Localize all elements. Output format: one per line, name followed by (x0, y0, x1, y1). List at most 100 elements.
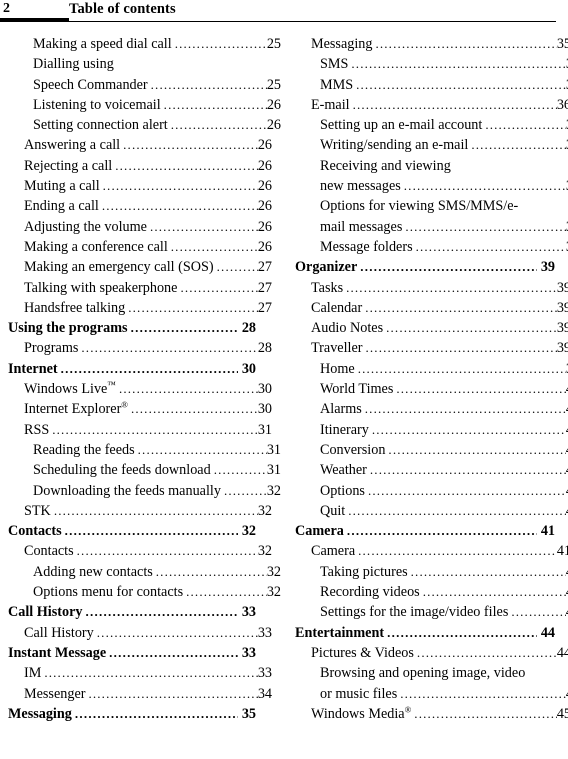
toc-entry[interactable]: Muting a call...........................… (24, 176, 272, 196)
toc-entry[interactable]: Making an emergency call (SOS)..........… (24, 257, 272, 277)
toc-entry[interactable]: Windows Media®..........................… (311, 704, 568, 724)
toc-entry[interactable]: Quit....................................… (320, 501, 568, 521)
toc-entry[interactable]: Messenger...............................… (24, 684, 272, 704)
toc-entry[interactable]: E-mail..................................… (311, 95, 568, 115)
toc-dot-leader: ........................................… (118, 381, 258, 397)
toc-entry[interactable]: SMS.....................................… (320, 54, 568, 74)
toc-entry[interactable]: Contacts................................… (8, 521, 256, 541)
toc-dot-leader: ........................................… (155, 563, 267, 579)
toc-entry[interactable]: Setting up an e-mail account............… (320, 115, 568, 135)
toc-entry[interactable]: MMS.....................................… (320, 75, 568, 95)
toc-entry[interactable]: Messaging...............................… (311, 34, 568, 54)
toc-entry[interactable]: IM......................................… (24, 663, 272, 683)
toc-entry-page-number: 31 (257, 421, 272, 438)
toc-dot-leader: ........................................… (81, 340, 258, 356)
toc-entry[interactable]: Adding new contacts.....................… (33, 562, 281, 582)
toc-entry[interactable]: Call History............................… (8, 602, 256, 622)
toc-entry-title: Home (320, 360, 355, 377)
toc-entry[interactable]: Speech Commander........................… (33, 75, 281, 95)
toc-entry[interactable]: Downloading the feeds manually..........… (33, 481, 281, 501)
toc-entry[interactable]: Messaging...............................… (8, 704, 256, 724)
toc-entry[interactable]: Audio Notes.............................… (311, 318, 568, 338)
toc-entry-title: Speech Commander (33, 76, 148, 93)
toc-entry[interactable]: Making a conference call................… (24, 237, 272, 257)
toc-entry[interactable]: Itinerary...............................… (320, 420, 568, 440)
toc-entry-title: Setting up an e-mail account (320, 117, 483, 134)
toc-entry[interactable]: Making a speed dial call................… (33, 34, 281, 54)
toc-entry[interactable]: Alarms..................................… (320, 399, 568, 419)
toc-entry[interactable]: Camera..................................… (295, 521, 555, 541)
toc-entry[interactable]: Recording videos........................… (320, 582, 568, 602)
toc-dot-leader: ........................................… (216, 259, 258, 275)
toc-entry[interactable]: Contacts................................… (24, 541, 272, 561)
toc-dot-leader: ........................................… (356, 76, 566, 92)
toc-dot-leader: ........................................… (511, 604, 565, 620)
toc-entry[interactable]: mail messages...........................… (320, 217, 568, 237)
toc-entry[interactable]: Home....................................… (320, 359, 568, 379)
toc-entry-page-number: 33 (257, 624, 272, 641)
toc-entry[interactable]: Conversion..............................… (320, 440, 568, 460)
toc-entry[interactable]: Traveller...............................… (311, 338, 568, 358)
toc-entry[interactable]: Internet Explorer®......................… (24, 399, 272, 419)
toc-entry[interactable]: Adjusting the volume....................… (24, 217, 272, 237)
toc-entry[interactable]: Tasks...................................… (311, 278, 568, 298)
toc-entry[interactable]: Organizer...............................… (295, 257, 555, 277)
toc-dot-leader: ........................................… (346, 523, 538, 539)
toc-entry[interactable]: Rejecting a call........................… (24, 156, 272, 176)
toc-entry-title: E-mail (311, 96, 350, 113)
toc-entry[interactable]: Answering a call........................… (24, 135, 272, 155)
toc-entry[interactable]: Dialling using..........................… (33, 54, 281, 74)
toc-entry-title: Talking with speakerphone (24, 279, 178, 296)
toc-entry[interactable]: Listening to voicemail..................… (33, 95, 281, 115)
toc-entry-page-number: 39 (540, 259, 555, 276)
toc-entry[interactable]: or music files..........................… (320, 684, 568, 704)
toc-entry[interactable]: STK.....................................… (24, 501, 272, 521)
toc-entry[interactable]: World Times.............................… (320, 379, 568, 399)
toc-entry[interactable]: Windows Live™...........................… (24, 379, 272, 399)
toc-entry[interactable]: Using the programs......................… (8, 318, 256, 338)
toc-entry-title: Organizer (295, 259, 358, 276)
toc-dot-leader: ........................................… (213, 462, 267, 478)
toc-entry-title: Muting a call (24, 178, 100, 195)
toc-entry-page-number: 35 (241, 705, 256, 722)
toc-entry-title: MMS (320, 76, 354, 93)
toc-entry[interactable]: Writing/sending an e-mail...............… (320, 135, 568, 155)
toc-entry[interactable]: Pictures & Videos.......................… (311, 643, 568, 663)
toc-entry[interactable]: Browsing and opening image, video.......… (320, 663, 568, 683)
toc-entry[interactable]: Entertainment...........................… (295, 623, 555, 643)
toc-entry[interactable]: Reading the feeds.......................… (33, 440, 281, 460)
toc-entry[interactable]: RSS.....................................… (24, 420, 272, 440)
toc-entry-page-number: 32 (241, 523, 256, 540)
toc-dot-leader: ........................................… (101, 198, 258, 214)
toc-entry[interactable]: Setting connection alert................… (33, 115, 281, 135)
toc-dot-leader: ........................................… (150, 76, 267, 92)
toc-entry[interactable]: Weather.................................… (320, 460, 568, 480)
toc-entry[interactable]: Instant Message.........................… (8, 643, 256, 663)
toc-entry[interactable]: Settings for the image/video files......… (320, 602, 568, 622)
toc-entry[interactable]: Handsfree talking.......................… (24, 298, 272, 318)
toc-entry[interactable]: Message folders.........................… (320, 237, 568, 257)
toc-entry[interactable]: Scheduling the feeds download...........… (33, 460, 281, 480)
toc-dot-leader: ........................................… (137, 441, 267, 457)
toc-entry[interactable]: Options.................................… (320, 481, 568, 501)
toc-entry[interactable]: Programs................................… (24, 338, 272, 358)
toc-dot-leader: ........................................… (352, 96, 557, 112)
toc-entry-page-number: 31 (266, 462, 281, 479)
toc-entry[interactable]: Ending a call...........................… (24, 196, 272, 216)
toc-dot-leader: ........................................… (405, 218, 565, 234)
toc-entry-title: Reading the feeds (33, 441, 135, 458)
toc-dot-leader: ........................................… (123, 137, 258, 153)
toc-entry[interactable]: Talking with speakerphone...............… (24, 278, 272, 298)
toc-dot-leader: ........................................… (130, 401, 258, 417)
toc-entry[interactable]: Options menu for contacts...............… (33, 582, 281, 602)
toc-entry[interactable]: Options for viewing SMS/MMS/e-..........… (320, 196, 568, 216)
toc-entry[interactable]: Receiving and viewing...................… (320, 156, 568, 176)
toc-entry-title: new messages (320, 178, 401, 195)
toc-entry[interactable]: Taking pictures.........................… (320, 562, 568, 582)
toc-dot-leader: ........................................… (109, 644, 238, 660)
toc-entry[interactable]: Internet................................… (8, 359, 256, 379)
toc-entry[interactable]: Calendar................................… (311, 298, 568, 318)
toc-entry[interactable]: new messages............................… (320, 176, 568, 196)
toc-entry[interactable]: Call History............................… (24, 623, 272, 643)
toc-entry[interactable]: Camera..................................… (311, 541, 568, 561)
